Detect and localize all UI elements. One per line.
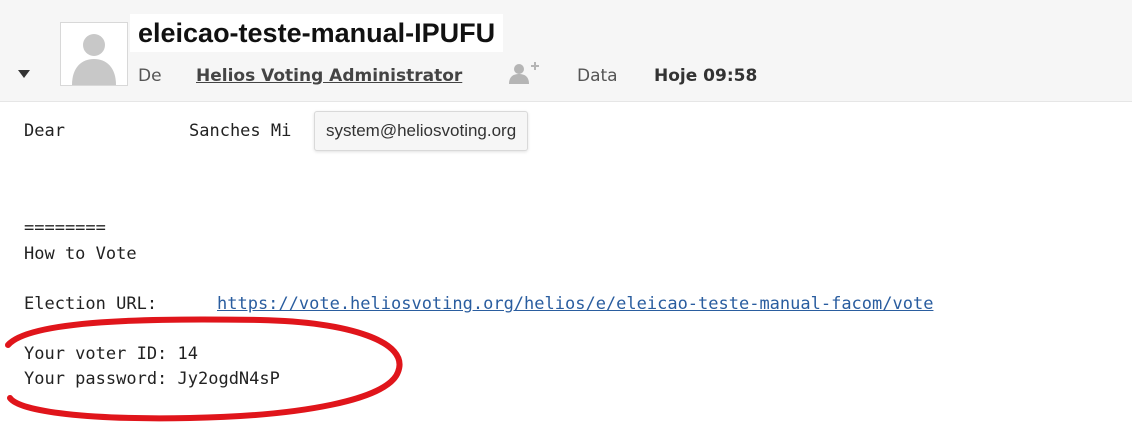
email-header: eleicao-teste-manual-IPUFU De Helios Vot… — [0, 0, 1132, 102]
sender-name-link[interactable]: Helios Voting Administrator — [196, 66, 462, 86]
password-line: Your password: Jy2ogdN4sP — [24, 369, 280, 389]
section-separator: ======== — [24, 218, 106, 238]
sender-email-tooltip: system@heliosvoting.org — [314, 111, 529, 151]
section-title: How to Vote — [24, 244, 137, 264]
email-viewer: eleicao-teste-manual-IPUFU De Helios Vot… — [0, 0, 1132, 423]
greeting-text: Dear — [24, 121, 65, 141]
voter-id-line: Your voter ID: 14 — [24, 344, 198, 364]
add-contact-icon[interactable] — [506, 60, 540, 86]
election-url-link[interactable]: https://vote.heliosvoting.org/helios/e/e… — [217, 294, 933, 314]
person-silhouette-icon — [61, 23, 127, 85]
from-label: De — [138, 66, 162, 86]
date-label: Data — [577, 66, 618, 86]
recipient-name: Sanches Mi — [189, 121, 292, 141]
election-url-label: Election URL: — [24, 294, 158, 314]
chevron-down-icon[interactable] — [18, 70, 30, 78]
email-subject: eleicao-teste-manual-IPUFU — [130, 14, 504, 52]
date-value: Hoje 09:58 — [654, 66, 758, 86]
sender-avatar — [60, 22, 128, 86]
